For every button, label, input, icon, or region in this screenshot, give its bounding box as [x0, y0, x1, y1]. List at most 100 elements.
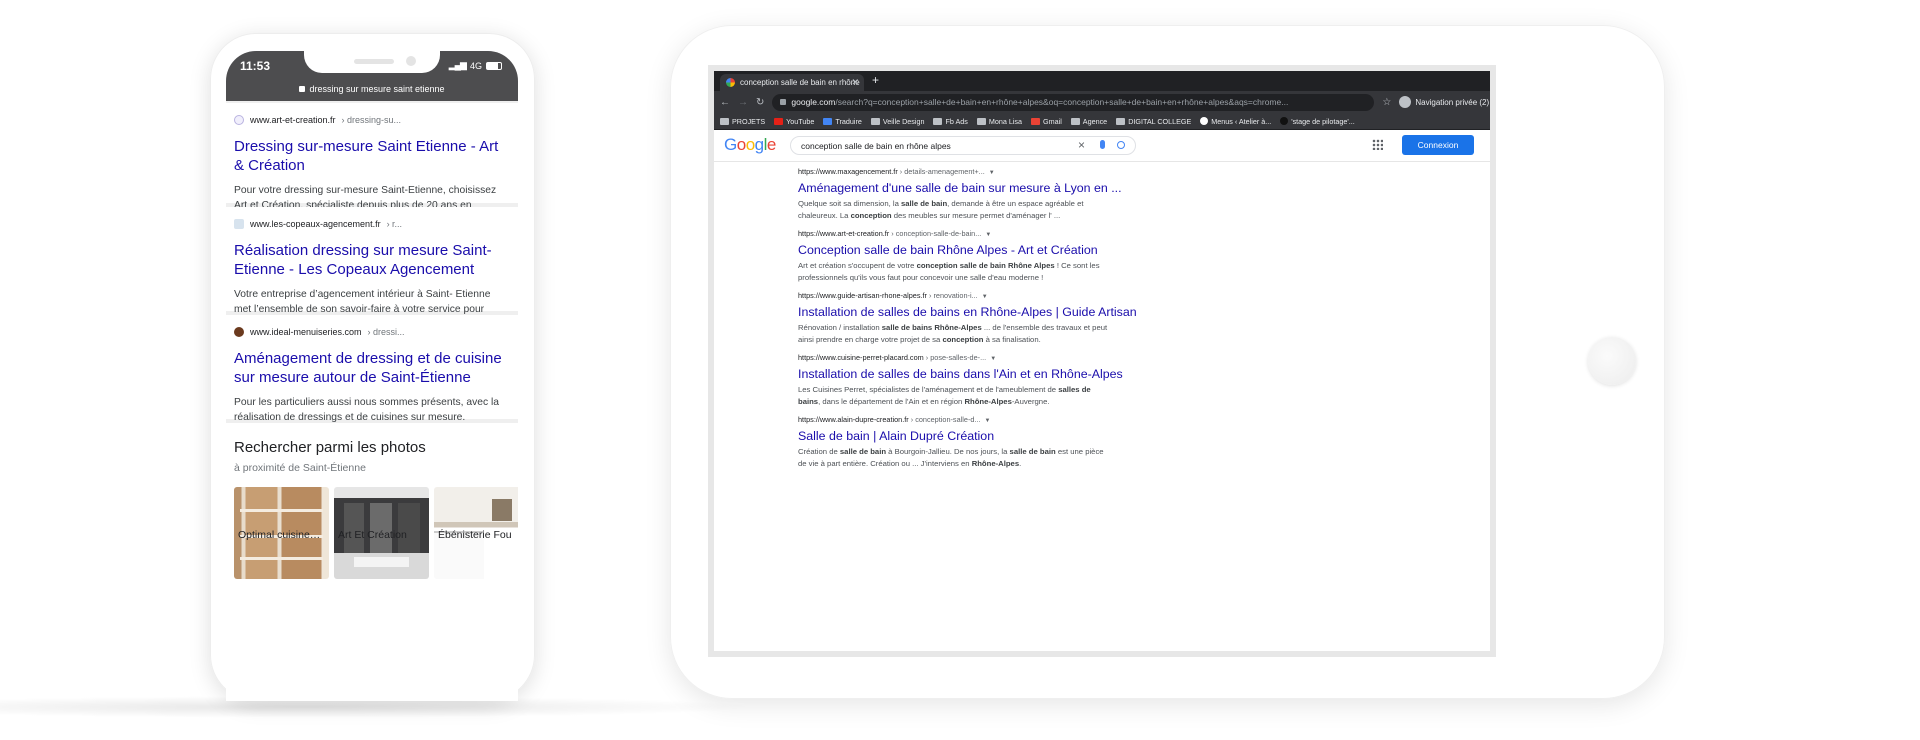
bookmark-item[interactable]: Traduire: [823, 117, 862, 126]
search-result: https://www.maxagencement.fr › details-a…: [798, 167, 1122, 222]
phone-result-card[interactable]: www.ideal-menuiseries.com › dressi... Am…: [226, 315, 518, 437]
new-tab-icon[interactable]: +: [872, 73, 879, 87]
result-title-link[interactable]: Aménagement d'une salle de bain sur mesu…: [798, 181, 1122, 195]
battery-icon: [486, 61, 502, 70]
result-crumb: › dressi...: [367, 327, 405, 337]
result-domain: www.ideal-menuiseries.com: [250, 327, 362, 337]
result-title-link[interactable]: Réalisation dressing sur mesure Saint-Et…: [234, 241, 510, 279]
phone-result-card[interactable]: www.art-et-creation.fr › dressing-su... …: [226, 103, 518, 225]
signin-button[interactable]: Connexion: [1402, 135, 1474, 155]
browser-tab-title: conception salle de bain en rhône: [740, 78, 860, 87]
clear-search-icon[interactable]: ×: [1078, 138, 1085, 152]
back-icon[interactable]: ←: [720, 97, 730, 108]
phone-url-text: dressing sur mesure saint etienne: [309, 84, 445, 94]
phone-result-card[interactable]: www.les-copeaux-agencement.fr › r... Réa…: [226, 207, 518, 329]
result-url-domain: https://www.cuisine-perret-placard.com: [798, 353, 924, 362]
result-url[interactable]: https://www.maxagencement.fr › details-a…: [798, 167, 1118, 176]
url-domain: google.com: [791, 97, 836, 107]
translate-icon: [823, 117, 833, 125]
caret-down-icon[interactable]: ▼: [985, 232, 991, 238]
result-title-link[interactable]: Installation de salles de bains dans l'A…: [798, 367, 1123, 381]
bookmark-label: Veille Design: [882, 116, 925, 126]
result-url[interactable]: https://www.guide-artisan-rhone-alpes.fr…: [798, 291, 1118, 300]
close-tab-icon[interactable]: ✕: [851, 77, 859, 88]
google-search-input[interactable]: conception salle de bain en rhône alpes …: [790, 136, 1136, 155]
folder-icon: [1070, 117, 1080, 125]
grid-icon: [720, 117, 729, 125]
microphone-icon[interactable]: [1100, 140, 1105, 149]
network-label: 4G: [469, 60, 482, 71]
bookmark-label: PROJETS: [732, 116, 766, 126]
bookmark-label: 'stage de pilotage'...: [1291, 116, 1355, 126]
browser-tab[interactable]: conception salle de bain en rhône ✕: [720, 74, 864, 91]
phone-mockup: 11:53 ▂▄▆ 4G dressing sur mesure saint e…: [210, 33, 535, 701]
search-result: https://www.guide-artisan-rhone-alpes.fr…: [798, 291, 1137, 346]
result-snippet: Création de salle de bain à Bourgoin-Jal…: [798, 447, 1104, 469]
caret-down-icon[interactable]: ▼: [989, 170, 995, 176]
forward-icon[interactable]: →: [738, 97, 748, 108]
phone-time: 11:53: [240, 59, 271, 73]
search-result: https://www.cuisine-perret-placard.com ›…: [798, 353, 1123, 408]
result-url-domain: https://www.maxagencement.fr: [798, 167, 898, 176]
caret-down-icon[interactable]: ▼: [985, 418, 991, 424]
bookmark-item[interactable]: Fb Ads: [933, 117, 968, 126]
result-title-link[interactable]: Installation de salles de bains en Rhône…: [798, 305, 1137, 319]
lock-icon: [780, 99, 787, 105]
google-apps-icon[interactable]: [1372, 139, 1383, 150]
tablet-home-button: [1588, 337, 1636, 385]
incognito-label: Navigation privée (2): [1415, 97, 1490, 107]
incognito-indicator[interactable]: Navigation privée (2): [1399, 96, 1489, 108]
result-title-link[interactable]: Dressing sur-mesure Saint Etienne - Art …: [234, 137, 510, 175]
lock-icon: [299, 86, 306, 92]
bookmarks-bar: PROJETS YouTube Traduire Veille Design F…: [714, 113, 1490, 130]
caret-down-icon[interactable]: ▼: [982, 294, 988, 300]
search-icon[interactable]: [1117, 141, 1125, 149]
bookmark-item[interactable]: DIGITAL COLLEGE: [1116, 117, 1191, 126]
result-snippet: Rénovation / installation salle de bains…: [798, 323, 1108, 345]
result-snippet: Art et création s'occupent de votre conc…: [798, 261, 1100, 283]
bookmark-item[interactable]: 'stage de pilotage'...: [1280, 116, 1355, 126]
youtube-icon: [774, 117, 784, 125]
phone-address-bar[interactable]: dressing sur mesure saint etienne: [226, 84, 518, 94]
caret-down-icon[interactable]: ▼: [990, 356, 996, 362]
result-domain: www.art-et-creation.fr: [250, 115, 336, 125]
search-result: https://www.alain-dupre-creation.fr › co…: [798, 415, 1118, 470]
result-url-crumb: › conception-salle-de-bain...: [891, 229, 982, 238]
gmail-icon: [1031, 117, 1041, 125]
google-logo[interactable]: Google: [724, 135, 776, 155]
folder-icon: [1116, 117, 1126, 125]
art-et-creation-favicon-icon: [234, 115, 244, 125]
bookmark-item[interactable]: Gmail: [1031, 117, 1062, 126]
address-bar[interactable]: google.com/search?q=conception+salle+de+…: [772, 93, 1375, 111]
bookmark-item[interactable]: YouTube: [774, 117, 814, 126]
wordpress-icon: [1200, 117, 1209, 125]
bookmark-label: Mona Lisa: [988, 116, 1023, 126]
ideal-menuiseries-favicon-icon: [234, 327, 244, 337]
search-result: https://www.art-et-creation.fr › concept…: [798, 229, 1118, 284]
bookmark-item[interactable]: Agence: [1070, 117, 1107, 126]
result-url[interactable]: https://www.cuisine-perret-placard.com ›…: [798, 353, 1118, 362]
result-url[interactable]: https://www.art-et-creation.fr › concept…: [798, 229, 1118, 238]
reload-icon[interactable]: ↻: [756, 97, 764, 108]
result-url[interactable]: https://www.alain-dupre-creation.fr › co…: [798, 415, 1118, 424]
bookmark-item[interactable]: Mona Lisa: [976, 116, 1023, 126]
result-title-link[interactable]: Aménagement de dressing et de cuisine su…: [234, 349, 510, 387]
browser-window: conception salle de bain en rhône ✕ + ← …: [708, 65, 1496, 657]
photo-caption: Art Et Création: [338, 529, 407, 541]
dark-icon: [1280, 117, 1289, 125]
phone-status-icons: ▂▄▆ 4G: [449, 60, 502, 71]
folder-icon: [933, 117, 943, 125]
bookmark-star-icon[interactable]: ☆: [1382, 97, 1391, 108]
bookmark-item[interactable]: PROJETS: [720, 117, 765, 126]
result-title-link[interactable]: Conception salle de bain Rhône Alpes - A…: [798, 243, 1118, 257]
result-url-crumb: › conception-salle-d...: [910, 415, 981, 424]
result-url-crumb: › pose-salles-de-...: [925, 353, 987, 362]
phone-screen: 11:53 ▂▄▆ 4G dressing sur mesure saint e…: [226, 51, 518, 701]
result-crumb: › dressing-su...: [341, 115, 402, 125]
bookmark-item[interactable]: Veille Design: [870, 116, 925, 126]
photos-section: Rechercher parmi les photos à proximité …: [226, 423, 518, 701]
bookmark-item[interactable]: Menus ‹ Atelier à...: [1200, 117, 1271, 126]
signal-icon: ▂▄▆: [448, 60, 467, 70]
search-query: conception salle de bain en rhône alpes: [801, 140, 951, 151]
result-title-link[interactable]: Salle de bain | Alain Dupré Création: [798, 429, 1118, 443]
